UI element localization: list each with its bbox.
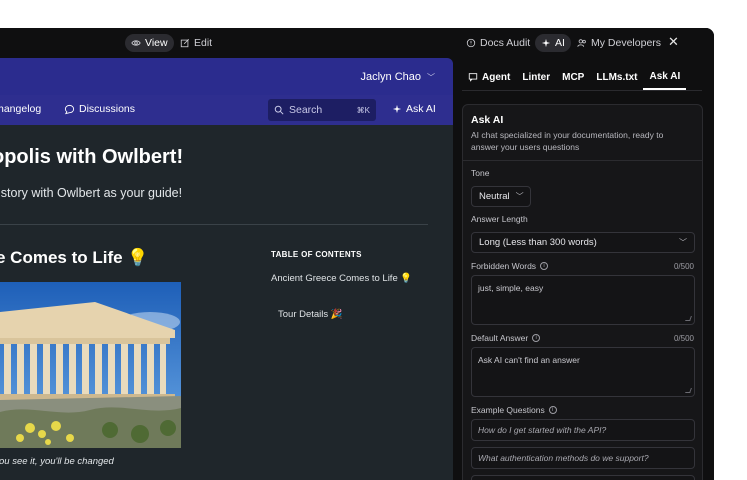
eye-icon [131, 40, 141, 46]
resize-handle-icon[interactable] [685, 316, 692, 321]
edit-icon [180, 38, 190, 48]
nav-ask-ai-button[interactable]: Ask AI [392, 103, 436, 115]
divider [0, 224, 428, 225]
search-input[interactable]: Search ⌘K [268, 99, 376, 121]
search-icon [274, 105, 284, 115]
forbidden-words-label-text: Forbidden Words [471, 261, 537, 271]
view-toggle[interactable]: View [125, 34, 174, 52]
chat-bubble-icon [64, 104, 75, 114]
toc-heading: TABLE OF CONTENTS [271, 250, 362, 259]
default-answer-field[interactable]: Ask AI can't find an answer [471, 347, 695, 397]
close-icon[interactable]: ✕ [668, 35, 679, 49]
tab-ask-ai[interactable]: Ask AI [643, 64, 687, 90]
info-icon: i [548, 406, 557, 414]
sparkle-icon [541, 38, 551, 48]
edit-label: Edit [194, 37, 213, 49]
tone-select[interactable]: Neutral ﹀ [471, 186, 531, 207]
my-developers-label: My Developers [591, 37, 662, 49]
preview-nav: hangelog Discussions Search ⌘K Ask AI [0, 95, 453, 125]
audit-icon [466, 38, 476, 48]
panel-description: AI chat specialized in your documentatio… [471, 130, 664, 152]
answer-length-label: Answer Length [471, 214, 528, 224]
search-shortcut: ⌘K [356, 105, 370, 115]
preview-header: Jaclyn Chao ﹀ [0, 58, 453, 95]
answer-length-value: Long (Less than 300 words) [479, 237, 597, 248]
user-name: Jaclyn Chao [360, 71, 421, 83]
info-icon: i [532, 334, 541, 342]
example-questions-label-text: Example Questions [471, 405, 545, 415]
edit-toggle[interactable]: Edit [174, 34, 218, 52]
page-title: opolis with Owlbert! [0, 146, 184, 168]
resize-handle-icon[interactable] [685, 388, 692, 393]
ai-button[interactable]: AI [535, 34, 571, 52]
nav-discussions[interactable]: Discussions [64, 103, 135, 115]
example-question-input[interactable]: How do I get started with the API? [471, 419, 695, 441]
chevron-down-icon: ﹀ [427, 72, 435, 82]
parthenon-image [0, 282, 181, 448]
user-menu[interactable]: Jaclyn Chao ﹀ [360, 71, 435, 83]
info-icon: i [540, 262, 549, 270]
search-placeholder: Search [289, 104, 323, 116]
users-icon [577, 39, 586, 47]
ask-ai-label: Ask AI [406, 103, 436, 115]
forbidden-words-field[interactable]: just, simple, easy [471, 275, 695, 325]
example-question-input[interactable]: What authentication methods do we suppor… [471, 447, 695, 469]
toc-item[interactable]: Ancient Greece Comes to Life 💡 [271, 272, 421, 286]
toc-item[interactable]: Tour Details 🎉 [278, 309, 343, 320]
forbidden-words-label: Forbidden Words i [471, 261, 549, 271]
ask-ai-settings-panel: Ask AI AI chat specialized in your docum… [462, 104, 703, 480]
panel-title: Ask AI [471, 114, 504, 126]
example-questions-label: Example Questions i [471, 405, 557, 415]
answer-length-label-text: Answer Length [471, 214, 528, 224]
tab-agent-label: Agent [482, 71, 511, 83]
view-label: View [145, 37, 168, 49]
docs-audit-button[interactable]: Docs Audit [460, 34, 536, 52]
chevron-down-icon: ﹀ [679, 238, 687, 247]
page-subtitle: istory with Owlbert as your guide! [0, 186, 183, 200]
divider [463, 160, 702, 161]
docs-preview: Jaclyn Chao ﹀ hangelog Discussions Searc… [0, 58, 453, 480]
default-answer-count: 0/500 [673, 334, 694, 343]
answer-length-select[interactable]: Long (Less than 300 words) ﹀ [471, 232, 695, 253]
my-developers-button[interactable]: My Developers [571, 34, 667, 52]
docs-audit-label: Docs Audit [480, 37, 531, 49]
default-answer-value: Ask AI can't find an answer [478, 355, 580, 365]
changelog-label: hangelog [0, 103, 42, 115]
discussions-label: Discussions [79, 103, 136, 115]
ai-label: AI [555, 37, 565, 49]
image-caption: ou see it, you'll be changed [0, 456, 114, 467]
chat-icon [468, 73, 478, 82]
tab-mcp[interactable]: MCP [556, 64, 590, 90]
tab-llms-txt[interactable]: LLMs.txt [590, 64, 643, 90]
tone-label: Tone [471, 168, 489, 178]
tab-agent[interactable]: Agent [462, 64, 516, 90]
panel-tabs: Agent Linter MCP LLMs.txt Ask AI [462, 64, 702, 91]
default-answer-label-text: Default Answer [471, 333, 529, 343]
forbidden-words-value: just, simple, easy [478, 283, 544, 293]
tone-value: Neutral [479, 191, 510, 202]
default-answer-label: Default Answer i [471, 333, 541, 343]
forbidden-words-count: 0/500 [673, 262, 694, 271]
nav-changelog[interactable]: hangelog [0, 103, 41, 115]
app-window: View Edit Docs Audit AI My Developers ✕ … [0, 28, 714, 480]
tab-linter[interactable]: Linter [516, 64, 556, 90]
top-bar: View Edit Docs Audit AI My Developers ✕ [0, 28, 714, 58]
section-heading: e Comes to Life 💡 [0, 248, 149, 267]
sparkle-icon [392, 104, 402, 114]
example-question-input[interactable] [471, 475, 695, 480]
chevron-down-icon: ﹀ [515, 192, 524, 201]
tone-label-text: Tone [471, 168, 490, 178]
